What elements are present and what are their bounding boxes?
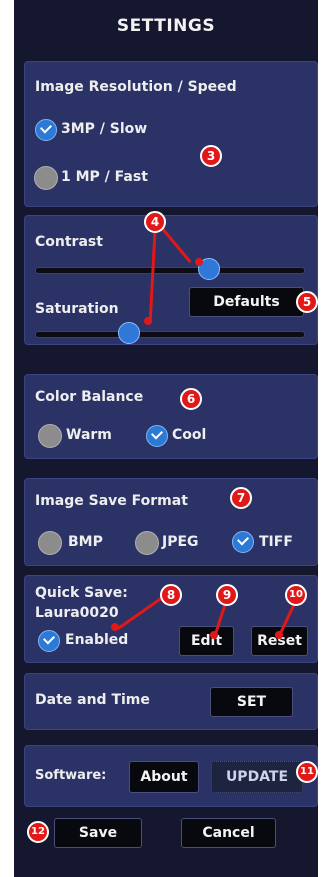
saturation-slider-thumb[interactable]	[117, 322, 140, 344]
adjustments-panel: Contrast Saturation Defaults	[24, 215, 318, 345]
color-balance-panel: Color Balance Warm Cool	[24, 374, 318, 459]
cool-radio[interactable]	[146, 425, 168, 447]
callout-badge-10: 10	[285, 584, 307, 606]
callout-9-dot	[210, 631, 218, 639]
settings-panel: SETTINGS Image Resolution / Speed 3MP / …	[14, 0, 318, 877]
defaults-button[interactable]: Defaults	[189, 287, 304, 317]
callout-4-dot-saturation	[144, 317, 152, 325]
callout-badge-9: 9	[216, 584, 238, 606]
warm-label[interactable]: Warm	[66, 427, 112, 443]
saturation-label: Saturation	[35, 301, 119, 317]
save-format-heading: Image Save Format	[35, 493, 188, 509]
resolution-1mp-radio[interactable]	[34, 166, 58, 190]
resolution-heading: Image Resolution / Speed	[35, 79, 237, 95]
warm-radio[interactable]	[38, 424, 62, 448]
color-balance-heading: Color Balance	[35, 389, 144, 405]
jpeg-label[interactable]: JPEG	[162, 534, 199, 550]
date-time-label: Date and Time	[35, 692, 150, 708]
quick-save-enabled-checkbox[interactable]	[38, 630, 60, 652]
software-label: Software:	[35, 768, 107, 783]
resolution-3mp-radio[interactable]	[35, 119, 57, 141]
cancel-button[interactable]: Cancel	[181, 818, 276, 848]
contrast-slider[interactable]	[35, 267, 305, 274]
resolution-panel: Image Resolution / Speed 3MP / Slow 1 MP…	[24, 61, 318, 207]
callout-badge-12: 12	[27, 821, 49, 843]
jpeg-radio[interactable]	[135, 531, 159, 555]
bmp-radio[interactable]	[38, 531, 62, 555]
callout-badge-11: 11	[296, 761, 318, 783]
set-date-time-button[interactable]: SET	[210, 687, 293, 717]
quick-save-heading: Quick Save:	[35, 585, 128, 601]
saturation-slider[interactable]	[35, 331, 305, 338]
callout-badge-3: 3	[200, 145, 222, 167]
callout-badge-7: 7	[230, 487, 252, 509]
callout-badge-8: 8	[160, 584, 182, 606]
software-panel: Software: About UPDATE	[24, 745, 318, 807]
about-button[interactable]: About	[129, 761, 199, 793]
callout-badge-5: 5	[296, 291, 318, 313]
callout-8-dot	[111, 623, 119, 631]
save-button[interactable]: Save	[54, 818, 142, 848]
quick-save-enabled-label[interactable]: Enabled	[65, 632, 128, 648]
callout-badge-6: 6	[180, 388, 202, 410]
contrast-label: Contrast	[35, 234, 103, 250]
tiff-radio[interactable]	[232, 531, 254, 553]
callout-4-dot-contrast	[195, 258, 203, 266]
callout-10-dot	[275, 631, 283, 639]
save-format-panel: Image Save Format BMP JPEG TIFF	[24, 478, 318, 566]
update-button[interactable]: UPDATE	[211, 761, 303, 793]
quick-save-filename: Laura0020	[35, 605, 119, 621]
date-time-panel: Date and Time SET	[24, 673, 318, 730]
callout-badge-4: 4	[144, 211, 166, 233]
edit-button[interactable]: Edit	[179, 626, 234, 656]
resolution-3mp-label[interactable]: 3MP / Slow	[61, 121, 147, 137]
bmp-label[interactable]: BMP	[68, 534, 103, 550]
cool-label[interactable]: Cool	[172, 427, 206, 443]
tiff-label[interactable]: TIFF	[259, 534, 293, 550]
settings-title: SETTINGS	[116, 16, 216, 36]
resolution-1mp-label[interactable]: 1 MP / Fast	[61, 169, 148, 185]
